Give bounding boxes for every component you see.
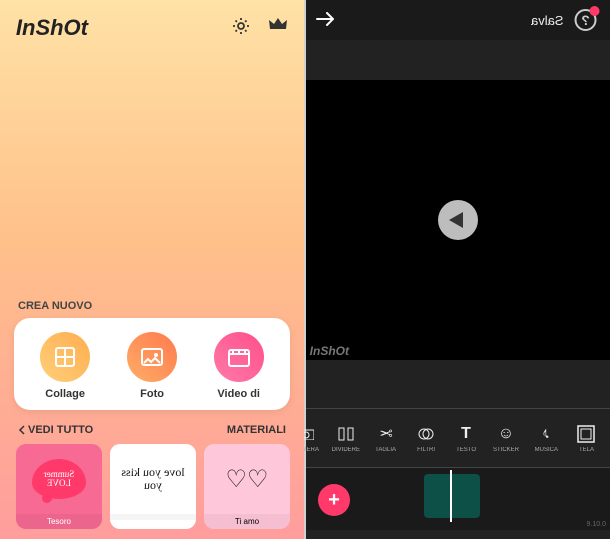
materials-row: ♡♡ Ti amo love you kiss you Summer LOVE … (0, 444, 304, 539)
tool-music[interactable]: ♪MUSICA (526, 424, 566, 453)
material-caption: Tesoro (16, 514, 102, 529)
tool-canvas[interactable]: TELA (566, 424, 606, 453)
video-icon (214, 332, 264, 382)
tool-text[interactable]: TTESTO (446, 424, 486, 453)
editor-topbar: ? Salva (306, 0, 610, 40)
back-arrow-icon[interactable] (316, 10, 334, 31)
option-label: Foto (140, 388, 164, 400)
tool-sticker[interactable]: ☺STICKER (486, 424, 526, 453)
tool-cut[interactable]: ✂TAGLIA (366, 424, 406, 453)
gear-icon[interactable] (232, 17, 250, 40)
tool-split[interactable]: DIVIDERE (326, 424, 366, 453)
material-thumb-bubble: Summer LOVE (16, 444, 102, 514)
option-label: Video di (217, 388, 260, 400)
crown-icon[interactable] (268, 17, 288, 40)
option-collage[interactable]: Collage (25, 332, 105, 400)
material-item[interactable]: love you kiss you (110, 444, 196, 529)
material-caption (110, 514, 196, 520)
tool-filter[interactable]: FILTRI (406, 424, 446, 453)
material-thumb-script: love you kiss you (110, 444, 196, 514)
add-clip-button[interactable]: + (318, 484, 350, 516)
version-label: 9.10.0 (587, 521, 606, 528)
timeline-clip[interactable] (424, 474, 480, 518)
create-card: Video di Foto Collage (14, 318, 290, 410)
editor-pane: ? Salva InShOt TELA ♪MUSICA ☺STICKER TTE… (306, 0, 610, 539)
playhead-icon[interactable] (450, 470, 452, 522)
see-all-button[interactable]: VEDI TUTTO (18, 424, 93, 436)
materials-header: VEDI TUTTO MATERIALI (0, 424, 304, 444)
photo-icon (127, 332, 177, 382)
watermark-label: InShOt (310, 344, 349, 358)
option-photo[interactable]: Foto (112, 332, 192, 400)
material-item[interactable]: ♡♡ Ti amo (204, 444, 290, 529)
app-logo: InShOt (16, 15, 88, 41)
home-topbar: InShOt (0, 0, 304, 56)
create-section-label: CREA NUOVO (0, 300, 304, 318)
material-item[interactable]: Summer LOVE Tesoro (16, 444, 102, 529)
materials-section-label: MATERIALI (227, 424, 286, 436)
help-icon[interactable]: ? (572, 6, 600, 34)
timeline[interactable]: + 9.10.0 (306, 468, 610, 530)
material-thumb-hearts: ♡♡ (204, 444, 290, 514)
notification-dot-icon (590, 6, 600, 16)
home-pane: InShOt CREA NUOVO Video di Foto Collage … (0, 0, 304, 539)
collage-icon (40, 332, 90, 382)
tool-row: TELA ♪MUSICA ☺STICKER TTESTO FILTRI ✂TAG… (306, 408, 610, 468)
video-preview[interactable]: InShOt (306, 80, 610, 360)
play-button[interactable] (438, 200, 478, 240)
option-video[interactable]: Video di (199, 332, 279, 400)
option-label: Collage (46, 388, 86, 400)
save-button[interactable]: Salva (531, 13, 564, 28)
material-caption: Ti amo (204, 514, 290, 529)
